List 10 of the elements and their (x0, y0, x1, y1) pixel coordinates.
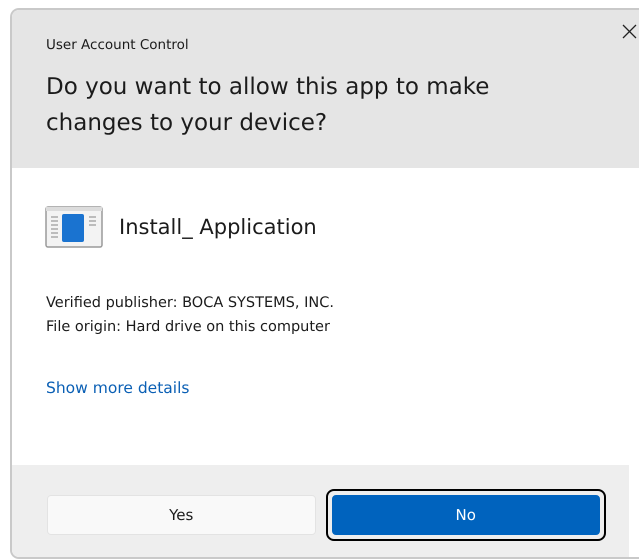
app-window-icon (45, 206, 103, 248)
dialog-title: User Account Control (46, 37, 189, 53)
dialog-question: Do you want to allow this app to make changes to your device? (46, 73, 490, 138)
show-details-link[interactable]: Show more details (46, 379, 190, 397)
no-button[interactable]: No (332, 495, 600, 535)
detail-text: File origin: Hard drive on this computer (46, 318, 330, 337)
detail-text: Verified publisher: BOCA SYSTEMS, INC. (46, 294, 334, 313)
yes-button[interactable]: Yes (47, 495, 316, 535)
close-icon[interactable] (622, 24, 637, 39)
app-name: Install_ Application (119, 215, 317, 239)
